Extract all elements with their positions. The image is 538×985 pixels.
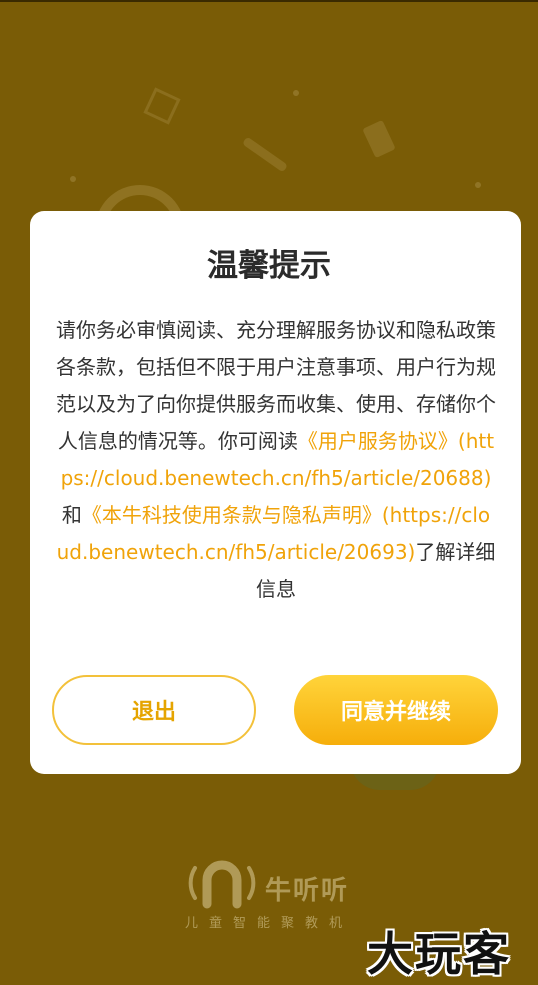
decor-tag-icon: [362, 119, 396, 159]
message-connector: 和: [61, 503, 82, 527]
decor-dot-icon: [293, 90, 299, 96]
brand-tagline: 儿童智能聚教机: [185, 916, 354, 931]
exit-button[interactable]: 退出: [52, 675, 256, 745]
decor-dot-icon: [70, 176, 76, 182]
sound-wave-n-icon: [188, 860, 256, 909]
decor-pencil-icon: [241, 136, 289, 173]
decor-square-icon: [143, 87, 181, 125]
dialog-title: 温馨提示: [207, 248, 331, 284]
brand-name: 牛听听: [265, 876, 350, 906]
decor-dot-icon: [475, 182, 481, 188]
watermark: 大玩客: [367, 927, 511, 981]
brand-logo: 牛听听 儿童智能聚教机: [185, 852, 375, 932]
dialog-message: 请你务必审慎阅读、充分理解服务协议和隐私政策各条款，包括但不限于用户注意事项、用…: [56, 312, 496, 608]
agree-continue-button[interactable]: 同意并继续: [294, 675, 498, 745]
status-bar-edge: [0, 0, 538, 2]
